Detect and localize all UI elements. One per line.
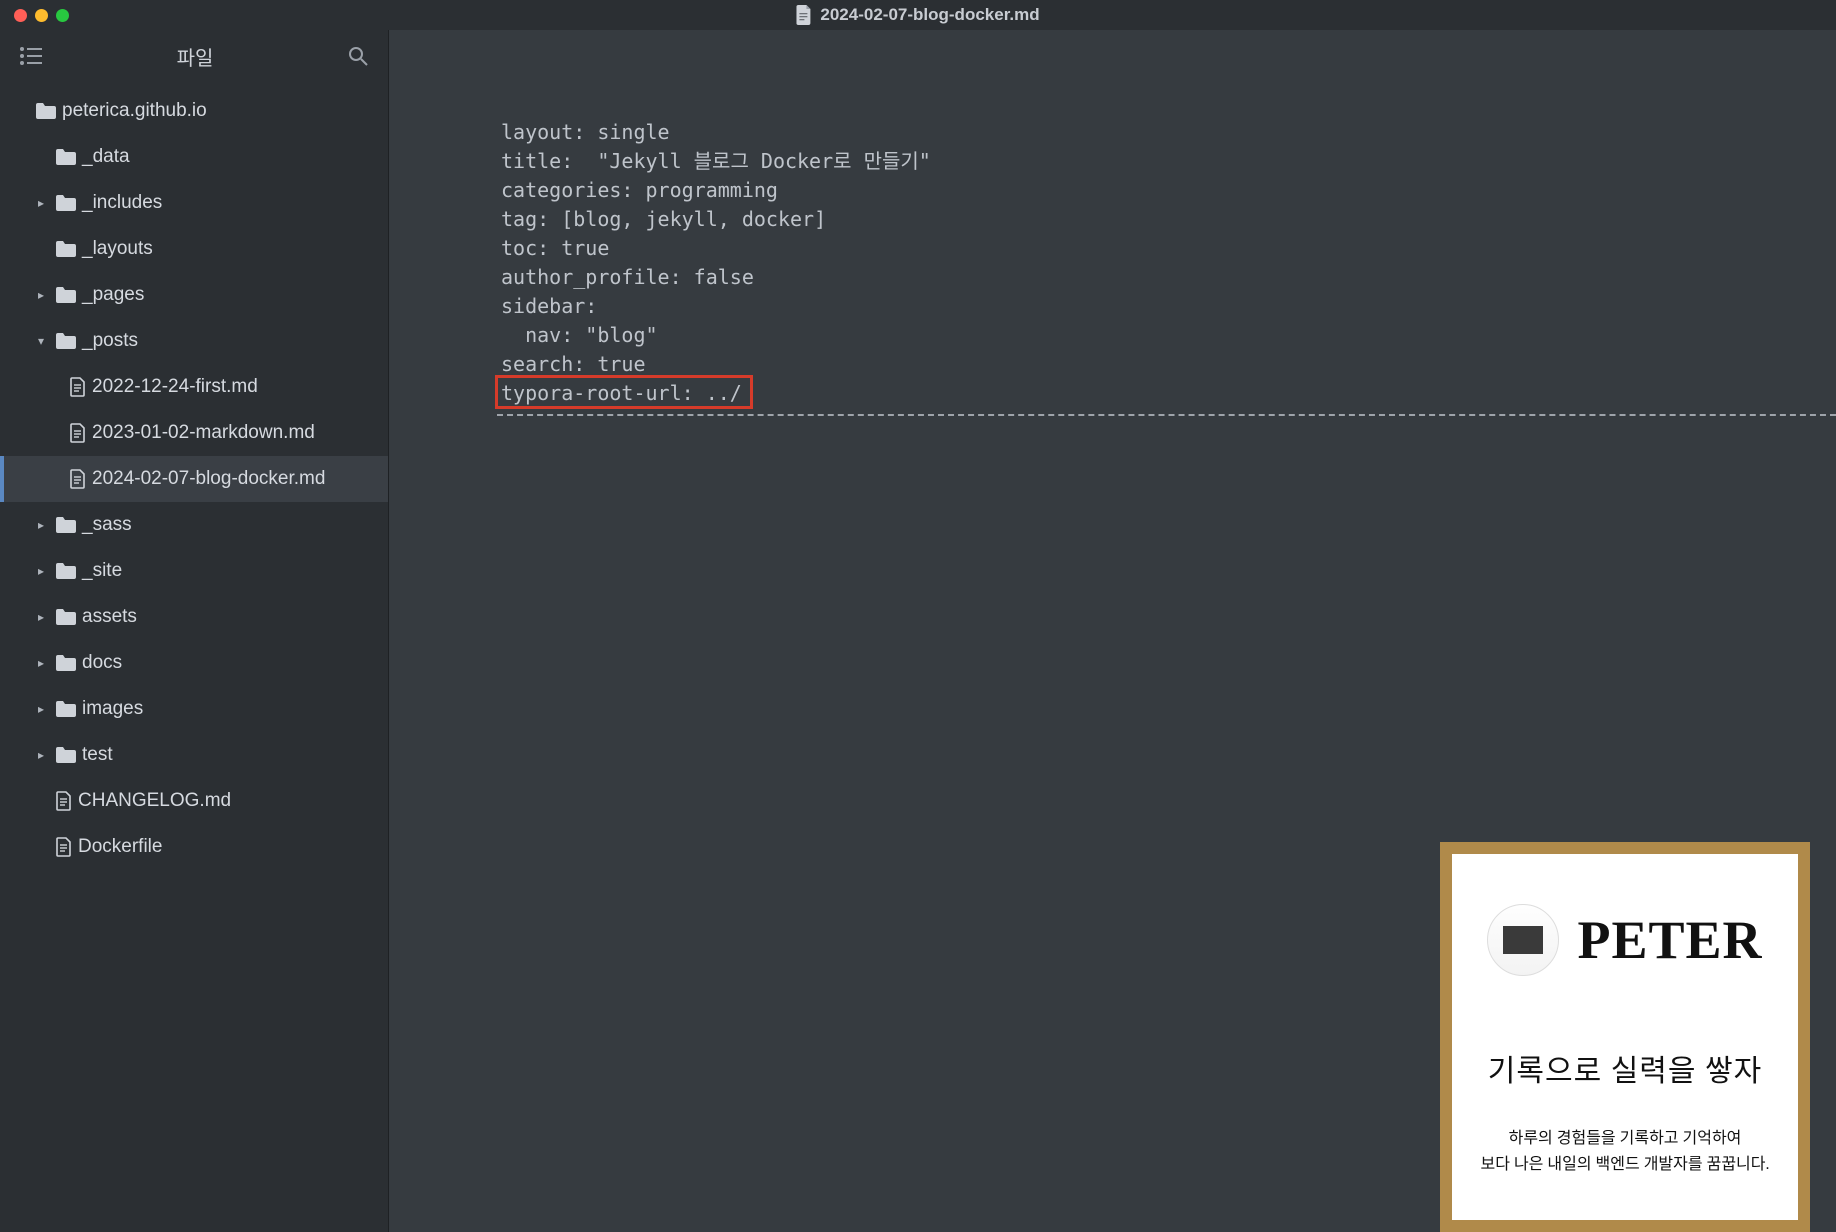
expand-icon: ▸: [38, 748, 50, 762]
file-icon: [56, 837, 72, 857]
tree-file-2023-01-02-markdown.md[interactable]: 2023-01-02-markdown.md: [0, 410, 388, 456]
folder-icon: [56, 195, 76, 211]
fm-line: categories: programming: [501, 178, 778, 202]
outline-icon[interactable]: [20, 47, 42, 65]
tree-item-label: test: [82, 744, 113, 766]
tree-folder-_sass[interactable]: ▸ _sass: [0, 502, 388, 548]
tree-item-label: 2023-01-02-markdown.md: [92, 422, 315, 444]
tree-item-label: CHANGELOG.md: [78, 790, 231, 812]
tree-folder-_includes[interactable]: ▸ _includes: [0, 180, 388, 226]
card-sub: 하루의 경험들을 기록하고 기억하여 보다 나은 내일의 백엔드 개발자를 꿈꿉…: [1481, 1126, 1770, 1177]
tree-root[interactable]: peterica.github.io: [0, 88, 388, 134]
profile-card: PETER 기록으로 실력을 쌓자 하루의 경험들을 기록하고 기억하여 보다 …: [1440, 842, 1810, 1232]
file-icon: [56, 791, 72, 811]
folder-icon: [56, 701, 76, 717]
folder-icon: [36, 103, 56, 119]
expand-icon: ▸: [38, 610, 50, 624]
tree-folder-_data[interactable]: _data: [0, 134, 388, 180]
maximize-window-button[interactable]: [56, 9, 69, 22]
folder-icon: [56, 563, 76, 579]
fm-line: author_profile: false: [501, 265, 754, 289]
title-filename: 2024-02-07-blog-docker.md: [820, 5, 1039, 25]
tree-item-label: assets: [82, 606, 137, 628]
folder-icon: [56, 333, 76, 349]
tree-item-label: Dockerfile: [78, 836, 162, 858]
tree-folder-_pages[interactable]: ▸ _pages: [0, 272, 388, 318]
minimize-window-button[interactable]: [35, 9, 48, 22]
card-sub-line: 보다 나은 내일의 백엔드 개발자를 꿈꿉니다.: [1481, 1152, 1770, 1178]
tree-item-label: 2024-02-07-blog-docker.md: [92, 468, 325, 490]
card-tagline: 기록으로 실력을 쌓자: [1488, 1046, 1762, 1090]
file-tree: peterica.github.io _data ▸ _includes _layout…: [0, 82, 388, 1232]
card-name: PETER: [1577, 909, 1762, 971]
tree-folder-_site[interactable]: ▸ _site: [0, 548, 388, 594]
frontmatter-block[interactable]: layout: single title: "Jekyll 블로그 Docker…: [501, 118, 1816, 408]
tree-item-label: peterica.github.io: [62, 100, 207, 122]
file-icon: [70, 423, 86, 443]
tree-file-Dockerfile[interactable]: Dockerfile: [0, 824, 388, 870]
editor[interactable]: layout: single title: "Jekyll 블로그 Docker…: [389, 30, 1836, 1232]
tree-item-label: _sass: [82, 514, 132, 536]
fm-line: tag: [blog, jekyll, docker]: [501, 207, 826, 231]
tree-item-label: docs: [82, 652, 122, 674]
expand-icon: ▸: [38, 518, 50, 532]
sidebar: 파일 peterica.github.io _data ▸ _includes _lay…: [0, 30, 389, 1232]
tree-item-label: images: [82, 698, 143, 720]
folder-icon: [56, 517, 76, 533]
folder-icon: [56, 287, 76, 303]
fm-line: typora-root-url: ../: [501, 381, 742, 405]
window-controls: [14, 9, 69, 22]
tree-file-2024-02-07-blog-docker.md[interactable]: 2024-02-07-blog-docker.md: [0, 456, 388, 502]
fm-line: sidebar:: [501, 294, 597, 318]
fm-line: toc: true: [501, 236, 609, 260]
titlebar: 2024-02-07-blog-docker.md: [0, 0, 1836, 30]
avatar: [1487, 904, 1559, 976]
search-icon[interactable]: [348, 46, 368, 66]
tree-item-label: _pages: [82, 284, 144, 306]
main: 파일 peterica.github.io _data ▸ _includes _lay…: [0, 30, 1836, 1232]
tree-file-2022-12-24-first.md[interactable]: 2022-12-24-first.md: [0, 364, 388, 410]
card-top: PETER: [1487, 904, 1762, 976]
expand-icon: ▾: [38, 334, 50, 348]
tree-item-label: _includes: [82, 192, 162, 214]
app-window: 2024-02-07-blog-docker.md 파일 peterica.gi…: [0, 0, 1836, 1232]
tree-item-label: _layouts: [82, 238, 153, 260]
tree-item-label: _posts: [82, 330, 138, 352]
profile-card-inner: PETER 기록으로 실력을 쌓자 하루의 경험들을 기록하고 기억하여 보다 …: [1452, 854, 1798, 1220]
frontmatter-divider: [497, 414, 1836, 416]
title-center: 2024-02-07-blog-docker.md: [796, 5, 1039, 25]
close-window-button[interactable]: [14, 9, 27, 22]
file-icon: [70, 469, 86, 489]
fm-line: search: true: [501, 352, 646, 376]
sidebar-top: 파일: [0, 30, 388, 82]
fm-line: title: "Jekyll 블로그 Docker로 만들기": [501, 149, 931, 173]
sidebar-tab-label[interactable]: 파일: [42, 42, 348, 71]
expand-icon: ▸: [38, 702, 50, 716]
tree-folder-test[interactable]: ▸ test: [0, 732, 388, 778]
expand-icon: ▸: [38, 564, 50, 578]
tree-folder-_layouts[interactable]: _layouts: [0, 226, 388, 272]
folder-icon: [56, 149, 76, 165]
tree-folder-images[interactable]: ▸ images: [0, 686, 388, 732]
expand-icon: ▸: [38, 288, 50, 302]
folder-icon: [56, 609, 76, 625]
file-icon: [796, 5, 812, 25]
tree-file-CHANGELOG.md[interactable]: CHANGELOG.md: [0, 778, 388, 824]
card-sub-line: 하루의 경험들을 기록하고 기억하여: [1481, 1126, 1770, 1152]
tree-item-label: 2022-12-24-first.md: [92, 376, 258, 398]
fm-line: layout: single: [501, 120, 670, 144]
file-icon: [70, 377, 86, 397]
folder-icon: [56, 655, 76, 671]
tree-item-label: _data: [82, 146, 130, 168]
folder-icon: [56, 241, 76, 257]
fm-line: nav: "blog": [501, 323, 658, 347]
expand-icon: ▸: [38, 196, 50, 210]
tree-folder-assets[interactable]: ▸ assets: [0, 594, 388, 640]
expand-icon: ▸: [38, 656, 50, 670]
folder-icon: [56, 747, 76, 763]
tree-item-label: _site: [82, 560, 122, 582]
tree-folder-docs[interactable]: ▸ docs: [0, 640, 388, 686]
tree-folder-_posts[interactable]: ▾ _posts: [0, 318, 388, 364]
